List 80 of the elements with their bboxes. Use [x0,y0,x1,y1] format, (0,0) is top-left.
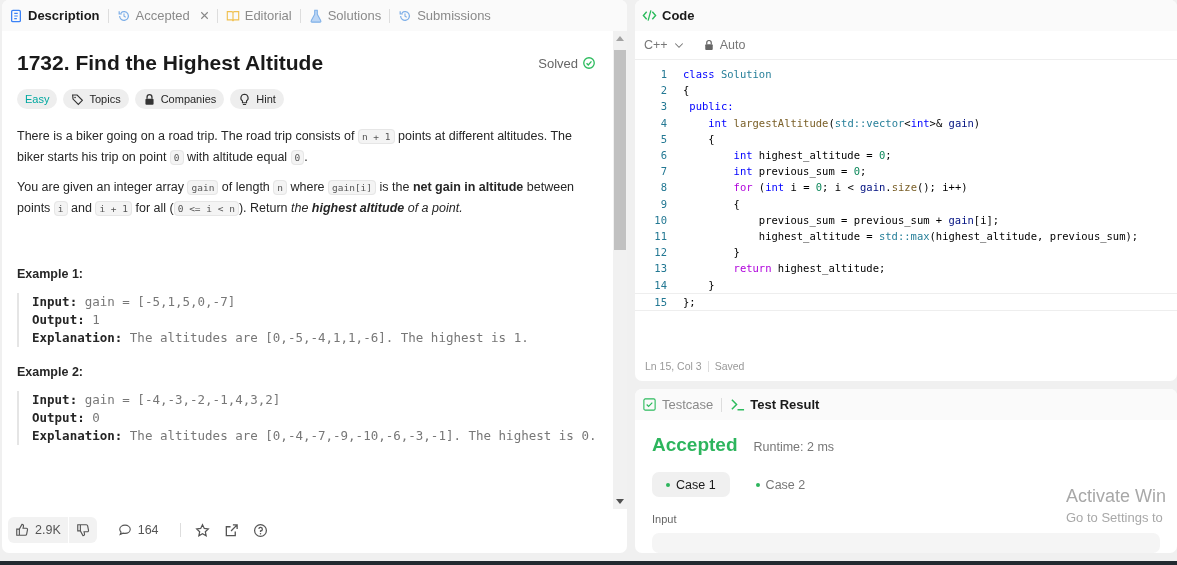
code-line: class Solution [683,68,772,81]
line-number: 13 [653,262,668,275]
example-line: Output: 1 [32,311,101,329]
history-icon [116,8,131,23]
thumbs-down-icon [75,523,90,537]
activation-notice-title: Activate Win [1066,486,1167,507]
line-number: 7 [659,165,668,178]
tag-button[interactable]: Companies [134,89,225,109]
example-heading: Example 1: [17,267,84,281]
line-number: 11 [653,229,668,242]
example-line: Output: 0 [32,409,101,427]
code-line: { [707,132,715,145]
code-line: highest_altitude = std::max(highest_altitude, previous_sum); [757,229,1139,242]
solved-label: Solved [538,55,578,71]
line-number: 4 [659,116,668,129]
activation-notice-text: Go to Settings to [1066,510,1164,525]
tag-button[interactable]: Topics [63,89,129,109]
comment-icon [117,523,132,537]
auto-mode-button[interactable]: Auto [702,38,746,52]
case-tab[interactable]: Case 1 [652,472,730,497]
code-line: return highest_altitude; [732,262,886,275]
line-number: 12 [653,246,668,259]
help-icon[interactable] [252,522,268,538]
example-heading: Example 2: [17,365,84,379]
code-line: } [707,278,715,291]
external-link-icon[interactable] [223,522,239,538]
panel-tab[interactable]: Description [7,6,102,25]
language-dropdown[interactable]: C++ [644,38,685,52]
case-tab[interactable]: Case 2 [741,472,820,497]
example-line: Input: gain = [-5,1,5,0,-7] [32,293,237,311]
line-number: 5 [659,132,668,145]
description-paragraph: You are given an integer array gain of length n where gain[i] is the net gain in altitude between points i and i + 1 for all ( 0 <= i < n ). Return the highest altitude of a point. [17,179,576,218]
input-label: Input [652,513,677,525]
code-line: { [683,84,690,97]
line-number: 10 [653,213,668,226]
runtime-label: Runtime: 2 ms [753,440,835,454]
comments-button[interactable]: 164 [110,517,166,543]
lock-icon [702,39,715,51]
line-number: 2 [659,84,668,97]
code-line: int highest_altitude = 0; [732,149,892,162]
like-button[interactable]: 2.9K [8,517,68,543]
save-status: Saved [714,360,745,372]
line-number: 15 [653,295,668,308]
line-number: 8 [659,181,668,194]
lightbulb-icon [238,92,252,106]
document-icon [9,8,23,23]
code-icon [642,8,657,23]
line-number: 3 [659,100,668,113]
example-line: Input: gain = [-4,-3,-2,-1,4,3,2] [32,391,282,409]
verdict-label: Accepted [652,434,738,456]
star-icon[interactable] [194,522,210,538]
checkbox-icon [642,397,657,412]
panel-tab[interactable]: Code [640,6,697,25]
flask-icon [308,8,323,23]
code-line: }; [683,295,696,308]
book-icon [225,8,240,23]
tag-icon [71,92,85,106]
code-line: int previous_sum = 0; [732,165,867,178]
code-line: for (int i = 0; i < gain.size(); i++) [732,181,968,194]
code-line: int largestAltitude(std::vector<int>& gain) [707,116,981,129]
example-line: Explanation: The altitudes are [0,-5,-4,1,1,-6]. The highest is 1. [32,329,530,347]
line-number: 1 [659,68,668,81]
terminal-icon [730,397,746,412]
line-number: 6 [659,149,668,162]
problem-title: 1732. Find the Highest Altitude [17,51,324,75]
tag-button[interactable]: Hint [230,89,284,109]
description-paragraph: There is a biker going on a road trip. The road trip consists of n + 1 points at different altitudes. The biker starts his trip on point 0 with altitude equal 0 . [17,128,573,167]
code-line: { [732,197,740,210]
code-line: public: [688,100,734,113]
lock-icon [142,92,156,106]
line-number: 9 [659,197,668,210]
thumbs-up-icon [15,523,29,537]
history-icon [398,8,413,23]
code-line: } [732,246,740,259]
code-line: previous_sum = previous_sum + gain[i]; [757,213,1000,226]
example-line: Explanation: The altitudes are [0,-4,-7,-9,-10,-6,-3,-1]. The highest is 0. [32,427,598,445]
line-number: 14 [653,278,668,291]
scrollbar[interactable] [613,31,627,509]
cursor-position: Ln 15, Col 3 [645,360,702,372]
panel-tab[interactable]: Test Result [728,395,822,414]
